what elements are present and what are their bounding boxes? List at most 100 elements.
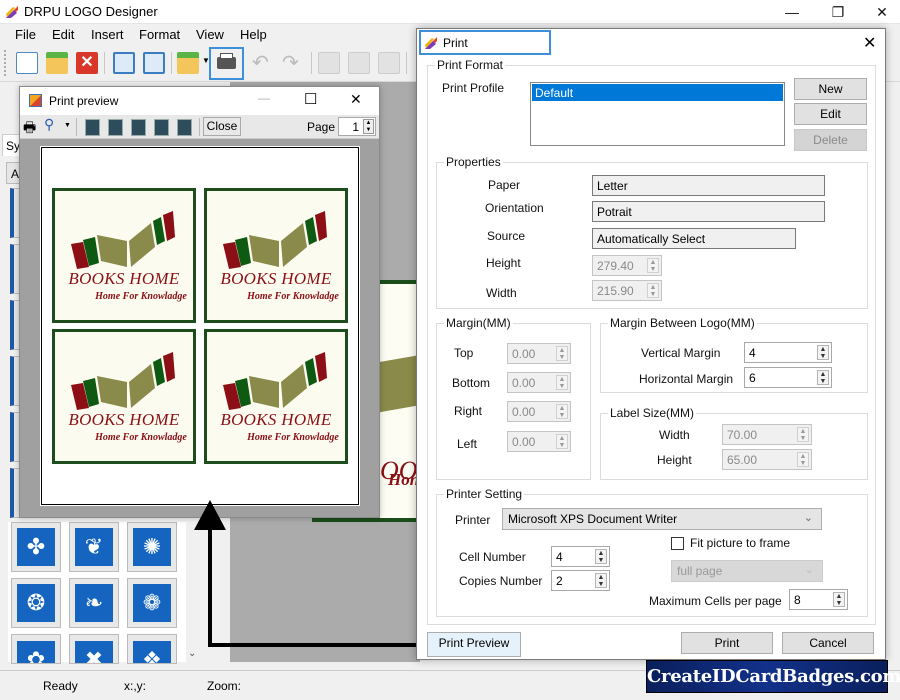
one-page-view-icon[interactable]: [85, 119, 100, 136]
menu-file[interactable]: File: [15, 27, 36, 42]
printer-select[interactable]: Microsoft XPS Document Writer ⌄: [502, 508, 822, 530]
redo-icon[interactable]: ↷: [282, 52, 304, 74]
menu-view[interactable]: View: [196, 27, 224, 42]
print-dialog-title-highlight: Print: [419, 30, 551, 55]
new-document-icon[interactable]: [16, 52, 38, 74]
symbol-tile[interactable]: ❖: [127, 634, 177, 664]
height-label: Height: [486, 256, 521, 270]
copy-icon[interactable]: [348, 52, 370, 74]
print-icon[interactable]: 🖶: [23, 117, 36, 141]
paper-height-value: 279.40: [597, 259, 634, 273]
symbol-icon: ✿: [17, 641, 55, 663]
paper-field[interactable]: Letter: [592, 175, 825, 196]
menu-help[interactable]: Help: [240, 27, 267, 42]
spinner-arrows[interactable]: ▲ ▼: [595, 549, 607, 564]
horizontal-margin-input[interactable]: 6 ▲ ▼: [744, 367, 832, 388]
symbol-tile[interactable]: ✿: [11, 634, 61, 664]
close-red-x-icon[interactable]: ✕: [76, 52, 98, 74]
spinner-arrows[interactable]: ▲ ▼: [556, 434, 568, 449]
six-page-view-icon[interactable]: [177, 119, 192, 136]
spinner-arrows[interactable]: ▲ ▼: [556, 404, 568, 419]
scroll-down-icon[interactable]: ⌄: [188, 648, 196, 659]
paper-height-input[interactable]: 279.40 ▲ ▼: [592, 255, 662, 276]
paste-icon[interactable]: [378, 52, 400, 74]
save-icon[interactable]: [113, 52, 135, 74]
label-width-input[interactable]: 70.00 ▲ ▼: [722, 424, 812, 445]
margin-right-input[interactable]: 0.00 ▲ ▼: [507, 401, 571, 422]
preview-maximize-button[interactable]: ☐: [304, 90, 317, 108]
spinner-arrows[interactable]: ▲ ▼: [556, 346, 568, 361]
spinner-arrows[interactable]: ▲ ▼: [817, 370, 829, 385]
copies-number-input[interactable]: 2 ▲ ▼: [551, 570, 610, 591]
cancel-button[interactable]: Cancel: [782, 632, 874, 654]
new-profile-button[interactable]: New: [794, 78, 867, 100]
label-height-input[interactable]: 65.00 ▲ ▼: [722, 449, 812, 470]
maximize-button[interactable]: ❐: [818, 0, 858, 24]
spinner-arrows[interactable]: ▲ ▼: [595, 573, 607, 588]
spinner-arrows[interactable]: ▲ ▼: [797, 452, 809, 467]
margin-left-input[interactable]: 0.00 ▲ ▼: [507, 431, 571, 452]
print-profile-list[interactable]: Default: [530, 82, 785, 146]
symbol-tile[interactable]: ❂: [11, 578, 61, 628]
spinner-arrows[interactable]: ▲ ▼: [556, 375, 568, 390]
print-button[interactable]: [209, 47, 244, 80]
page-spinner[interactable]: ▲ ▼: [363, 119, 374, 134]
label-subtitle: Home For Knowladge: [247, 291, 339, 302]
symbol-tile[interactable]: ✺: [127, 522, 177, 572]
print-preview-button[interactable]: Print Preview: [427, 632, 521, 657]
dialog-close-button[interactable]: ✕: [863, 33, 876, 53]
three-page-view-icon[interactable]: [131, 119, 146, 136]
symbol-tile[interactable]: ❁: [127, 578, 177, 628]
undo-icon[interactable]: ↶: [252, 52, 274, 74]
preview-minimize-button[interactable]: —: [258, 91, 270, 105]
max-cells-input[interactable]: 8 ▲ ▼: [789, 589, 848, 610]
spinner-arrows[interactable]: ▲ ▼: [647, 258, 659, 273]
print-paper-icon: [220, 53, 233, 59]
zoom-dropdown-icon[interactable]: ▼: [64, 122, 71, 129]
fit-mode-select[interactable]: full page ⌄: [671, 560, 823, 582]
spinner-arrows[interactable]: ▲ ▼: [797, 427, 809, 442]
orientation-field[interactable]: Potrait: [592, 201, 825, 222]
toolbar-grip: [4, 50, 7, 76]
menu-format[interactable]: Format: [139, 27, 180, 42]
preview-area: BOOKS HOME Home For Knowladge BOOKS HOME…: [20, 139, 379, 517]
preview-close-text-button[interactable]: Close: [203, 117, 241, 136]
preview-label-cell: BOOKS HOME Home For Knowladge: [52, 329, 196, 464]
zoom-magnifier-icon[interactable]: ⚲: [44, 116, 54, 133]
status-zoom: Zoom:: [207, 679, 242, 693]
open-folder-icon[interactable]: [46, 52, 68, 74]
open-recent-icon[interactable]: [177, 52, 199, 74]
spinner-arrows[interactable]: ▲ ▼: [817, 345, 829, 360]
four-page-view-icon[interactable]: [154, 119, 169, 136]
margin-top-input[interactable]: 0.00 ▲ ▼: [507, 343, 571, 364]
vertical-margin-input[interactable]: 4 ▲ ▼: [744, 342, 832, 363]
spinner-arrows[interactable]: ▲ ▼: [833, 592, 845, 607]
menu-insert[interactable]: Insert: [91, 27, 124, 42]
edit-profile-button[interactable]: Edit: [794, 103, 867, 125]
copies-number-label: Copies Number: [459, 574, 543, 588]
source-field[interactable]: Automatically Select: [592, 228, 796, 249]
menu-edit[interactable]: Edit: [52, 27, 74, 42]
symbol-tile[interactable]: ✖: [69, 634, 119, 664]
symbol-icon: ✖: [75, 641, 113, 663]
symbol-tile[interactable]: ✤: [11, 522, 61, 572]
orientation-label: Orientation: [485, 201, 544, 215]
margin-bottom-input[interactable]: 0.00 ▲ ▼: [507, 372, 571, 393]
preview-close-button[interactable]: ✕: [350, 91, 362, 108]
delete-profile-button[interactable]: Delete: [794, 129, 867, 151]
spinner-arrows[interactable]: ▲ ▼: [647, 283, 659, 298]
save-as-icon[interactable]: [143, 52, 165, 74]
close-app-button[interactable]: ✕: [862, 0, 900, 24]
minimize-button[interactable]: —: [772, 0, 812, 24]
cut-icon[interactable]: [318, 52, 340, 74]
cell-number-input[interactable]: 4 ▲ ▼: [551, 546, 610, 567]
symbol-tile[interactable]: ❦: [69, 522, 119, 572]
profile-item-default[interactable]: Default: [532, 84, 783, 101]
fit-picture-checkbox[interactable]: [671, 537, 684, 550]
two-page-view-icon[interactable]: [108, 119, 123, 136]
symbol-tile[interactable]: ❧: [69, 578, 119, 628]
paper-width-input[interactable]: 215.90 ▲ ▼: [592, 280, 662, 301]
chevron-down-icon: ⌄: [804, 564, 814, 576]
print-button-dialog[interactable]: Print: [681, 632, 773, 654]
margin-between-logo-group: Margin Between Logo(MM) Vertical Margin …: [600, 316, 868, 393]
